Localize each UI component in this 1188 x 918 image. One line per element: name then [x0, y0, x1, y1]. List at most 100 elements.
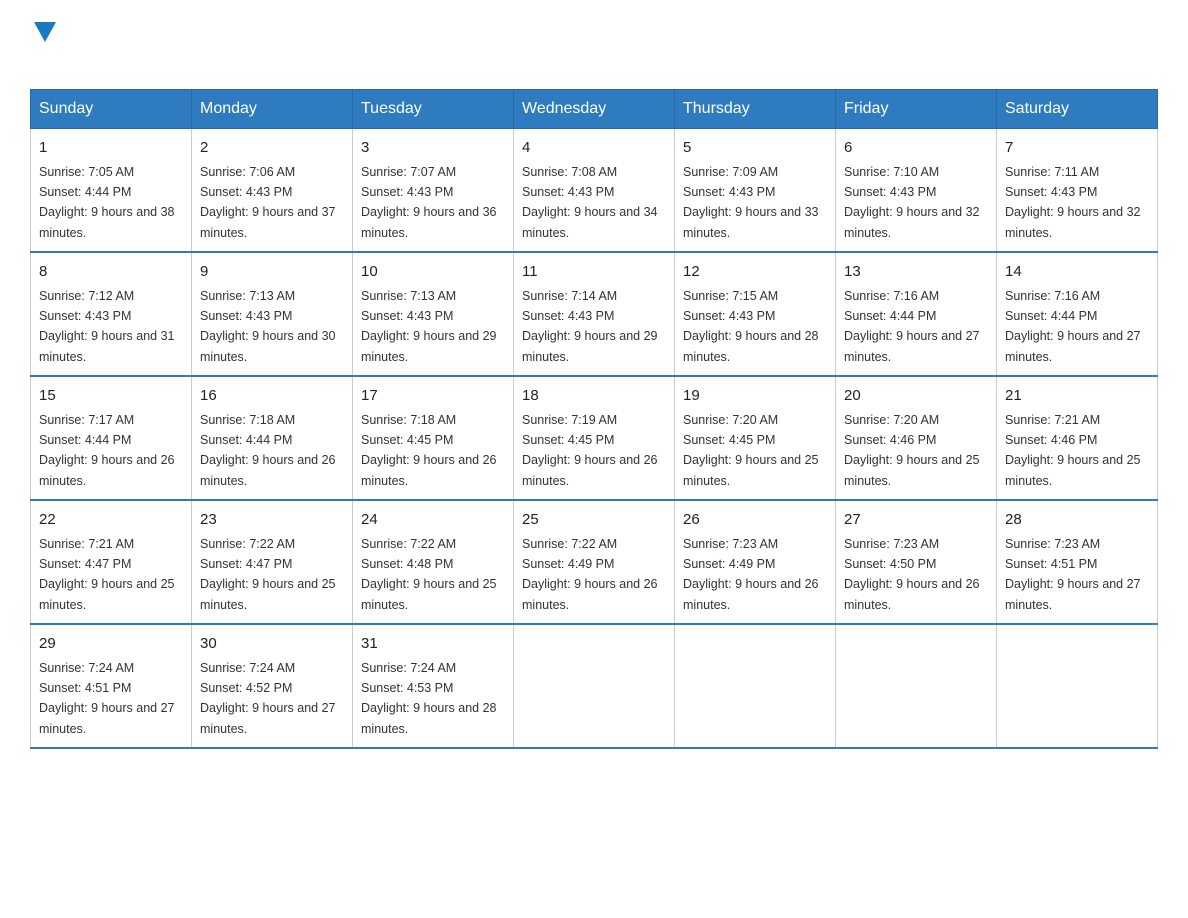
calendar-cell: 9 Sunrise: 7:13 AMSunset: 4:43 PMDaylight…: [192, 252, 353, 376]
day-info: Sunrise: 7:13 AMSunset: 4:43 PMDaylight:…: [200, 289, 336, 364]
calendar-cell: 4 Sunrise: 7:08 AMSunset: 4:43 PMDaylight…: [514, 129, 675, 253]
calendar-cell: 17Sunrise: 7:18 AMSunset: 4:45 PMDayligh…: [353, 376, 514, 500]
calendar-cell: 29 Sunrise: 7:24 AMSunset: 4:51 PMDayligh…: [31, 624, 192, 748]
calendar-cell: 31 Sunrise: 7:24 AMSunset: 4:53 PMDayligh…: [353, 624, 514, 748]
day-info: Sunrise: 7:10 AMSunset: 4:43 PMDaylight:…: [844, 165, 980, 240]
day-info: Sunrise: 7:22 AMSunset: 4:47 PMDaylight:…: [200, 537, 336, 612]
day-info: Sunrise: 7:18 AMSunset: 4:45 PMDaylight:…: [361, 413, 497, 488]
logo: [30, 20, 56, 73]
day-info: Sunrise: 7:12 AMSunset: 4:43 PMDaylight:…: [39, 289, 175, 364]
day-number: 30: [200, 633, 344, 656]
day-info: Sunrise: 7:19 AMSunset: 4:45 PMDaylight:…: [522, 413, 658, 488]
day-info: Sunrise: 7:24 AMSunset: 4:52 PMDaylight:…: [200, 661, 336, 736]
calendar-week-3: 15Sunrise: 7:17 AMSunset: 4:44 PMDayligh…: [31, 376, 1158, 500]
day-info: Sunrise: 7:24 AMSunset: 4:51 PMDaylight:…: [39, 661, 175, 736]
calendar-week-4: 22Sunrise: 7:21 AMSunset: 4:47 PMDayligh…: [31, 500, 1158, 624]
day-number: 29: [39, 633, 183, 656]
calendar-cell: 21 Sunrise: 7:21 AMSunset: 4:46 PMDayligh…: [997, 376, 1158, 500]
calendar-cell: 14Sunrise: 7:16 AMSunset: 4:44 PMDayligh…: [997, 252, 1158, 376]
day-info: Sunrise: 7:06 AMSunset: 4:43 PMDaylight:…: [200, 165, 336, 240]
calendar-cell: [997, 624, 1158, 748]
header-monday: Monday: [192, 90, 353, 129]
day-number: 20: [844, 385, 988, 408]
calendar-header: SundayMondayTuesdayWednesdayThursdayFrid…: [31, 90, 1158, 129]
calendar-cell: 24 Sunrise: 7:22 AMSunset: 4:48 PMDayligh…: [353, 500, 514, 624]
day-number: 6: [844, 137, 988, 160]
day-number: 18: [522, 385, 666, 408]
calendar-cell: 10Sunrise: 7:13 AMSunset: 4:43 PMDayligh…: [353, 252, 514, 376]
calendar-cell: 28Sunrise: 7:23 AMSunset: 4:51 PMDayligh…: [997, 500, 1158, 624]
calendar-cell: 16 Sunrise: 7:18 AMSunset: 4:44 PMDayligh…: [192, 376, 353, 500]
day-number: 31: [361, 633, 505, 656]
calendar-cell: [514, 624, 675, 748]
day-number: 13: [844, 261, 988, 284]
day-number: 22: [39, 509, 183, 532]
day-number: 7: [1005, 137, 1149, 160]
logo-text-area: [30, 20, 56, 73]
calendar-week-1: 1 Sunrise: 7:05 AMSunset: 4:44 PMDaylight…: [31, 129, 1158, 253]
day-number: 3: [361, 137, 505, 160]
header-tuesday: Tuesday: [353, 90, 514, 129]
day-number: 9: [200, 261, 344, 284]
calendar-cell: 22Sunrise: 7:21 AMSunset: 4:47 PMDayligh…: [31, 500, 192, 624]
calendar-cell: 2 Sunrise: 7:06 AMSunset: 4:43 PMDaylight…: [192, 129, 353, 253]
header-sunday: Sunday: [31, 90, 192, 129]
header-row: SundayMondayTuesdayWednesdayThursdayFrid…: [31, 90, 1158, 129]
day-info: Sunrise: 7:05 AMSunset: 4:44 PMDaylight:…: [39, 165, 175, 240]
day-info: Sunrise: 7:13 AMSunset: 4:43 PMDaylight:…: [361, 289, 497, 364]
calendar-week-2: 8 Sunrise: 7:12 AMSunset: 4:43 PMDaylight…: [31, 252, 1158, 376]
calendar-cell: 8 Sunrise: 7:12 AMSunset: 4:43 PMDaylight…: [31, 252, 192, 376]
calendar-cell: 12 Sunrise: 7:15 AMSunset: 4:43 PMDayligh…: [675, 252, 836, 376]
day-number: 19: [683, 385, 827, 408]
calendar-cell: 5Sunrise: 7:09 AMSunset: 4:43 PMDaylight…: [675, 129, 836, 253]
calendar-cell: 6 Sunrise: 7:10 AMSunset: 4:43 PMDaylight…: [836, 129, 997, 253]
calendar-cell: 23 Sunrise: 7:22 AMSunset: 4:47 PMDayligh…: [192, 500, 353, 624]
calendar-cell: 18 Sunrise: 7:19 AMSunset: 4:45 PMDayligh…: [514, 376, 675, 500]
logo-triangle-icon: [34, 22, 56, 42]
day-info: Sunrise: 7:08 AMSunset: 4:43 PMDaylight:…: [522, 165, 658, 240]
day-number: 28: [1005, 509, 1149, 532]
calendar-cell: 20 Sunrise: 7:20 AMSunset: 4:46 PMDayligh…: [836, 376, 997, 500]
day-number: 14: [1005, 261, 1149, 284]
day-number: 21: [1005, 385, 1149, 408]
day-number: 27: [844, 509, 988, 532]
day-info: Sunrise: 7:20 AMSunset: 4:45 PMDaylight:…: [683, 413, 819, 488]
calendar-cell: 13Sunrise: 7:16 AMSunset: 4:44 PMDayligh…: [836, 252, 997, 376]
day-info: Sunrise: 7:20 AMSunset: 4:46 PMDaylight:…: [844, 413, 980, 488]
header-saturday: Saturday: [997, 90, 1158, 129]
calendar-cell: 25 Sunrise: 7:22 AMSunset: 4:49 PMDayligh…: [514, 500, 675, 624]
day-number: 11: [522, 261, 666, 284]
day-number: 25: [522, 509, 666, 532]
day-info: Sunrise: 7:24 AMSunset: 4:53 PMDaylight:…: [361, 661, 497, 736]
day-info: Sunrise: 7:07 AMSunset: 4:43 PMDaylight:…: [361, 165, 497, 240]
day-number: 1: [39, 137, 183, 160]
day-number: 24: [361, 509, 505, 532]
calendar-cell: 15Sunrise: 7:17 AMSunset: 4:44 PMDayligh…: [31, 376, 192, 500]
calendar-table: SundayMondayTuesdayWednesdayThursdayFrid…: [30, 89, 1158, 749]
calendar-cell: 1 Sunrise: 7:05 AMSunset: 4:44 PMDaylight…: [31, 129, 192, 253]
day-info: Sunrise: 7:21 AMSunset: 4:46 PMDaylight:…: [1005, 413, 1141, 488]
day-info: Sunrise: 7:18 AMSunset: 4:44 PMDaylight:…: [200, 413, 336, 488]
calendar-cell: 7 Sunrise: 7:11 AMSunset: 4:43 PMDaylight…: [997, 129, 1158, 253]
day-info: Sunrise: 7:15 AMSunset: 4:43 PMDaylight:…: [683, 289, 819, 364]
day-number: 26: [683, 509, 827, 532]
day-info: Sunrise: 7:11 AMSunset: 4:43 PMDaylight:…: [1005, 165, 1141, 240]
day-number: 23: [200, 509, 344, 532]
day-info: Sunrise: 7:23 AMSunset: 4:50 PMDaylight:…: [844, 537, 980, 612]
day-number: 8: [39, 261, 183, 284]
day-info: Sunrise: 7:17 AMSunset: 4:44 PMDaylight:…: [39, 413, 175, 488]
day-number: 4: [522, 137, 666, 160]
day-info: Sunrise: 7:14 AMSunset: 4:43 PMDaylight:…: [522, 289, 658, 364]
day-number: 16: [200, 385, 344, 408]
calendar-cell: 19 Sunrise: 7:20 AMSunset: 4:45 PMDayligh…: [675, 376, 836, 500]
day-info: Sunrise: 7:22 AMSunset: 4:48 PMDaylight:…: [361, 537, 497, 612]
calendar-cell: [675, 624, 836, 748]
day-number: 12: [683, 261, 827, 284]
calendar-week-5: 29 Sunrise: 7:24 AMSunset: 4:51 PMDayligh…: [31, 624, 1158, 748]
calendar-cell: 30 Sunrise: 7:24 AMSunset: 4:52 PMDayligh…: [192, 624, 353, 748]
header-wednesday: Wednesday: [514, 90, 675, 129]
day-number: 2: [200, 137, 344, 160]
calendar-body: 1 Sunrise: 7:05 AMSunset: 4:44 PMDaylight…: [31, 129, 1158, 749]
calendar-cell: 26Sunrise: 7:23 AMSunset: 4:49 PMDayligh…: [675, 500, 836, 624]
day-info: Sunrise: 7:22 AMSunset: 4:49 PMDaylight:…: [522, 537, 658, 612]
